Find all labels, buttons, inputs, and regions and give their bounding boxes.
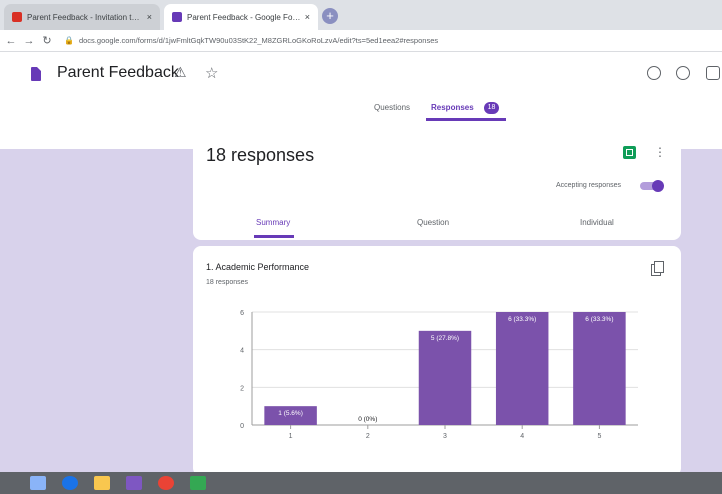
- subtab-individual[interactable]: Individual: [580, 218, 614, 227]
- forms-icon: [172, 12, 182, 22]
- question-response-count: 18 responses: [206, 279, 249, 286]
- forward-icon[interactable]: →: [22, 35, 36, 47]
- gmail-icon: [12, 12, 22, 22]
- move-to-folder-icon[interactable]: ⚠: [174, 64, 187, 81]
- x-tick-label: 3: [443, 433, 447, 440]
- responses-title: 18 responses: [206, 145, 315, 165]
- tab-questions[interactable]: Questions: [374, 103, 410, 112]
- responses-count-badge: 18: [484, 102, 499, 114]
- reload-icon[interactable]: ↻: [40, 34, 54, 47]
- toggle-knob: [652, 180, 664, 192]
- subtab-summary[interactable]: Summary: [256, 218, 290, 227]
- data-label: 1 (5.6%): [278, 410, 303, 417]
- bar-chart: 0 2 4 6 1 (5.6%) 1 0 (0%) 2 5 (27.8%) 3 6 (33.3%) 4…: [240, 310, 638, 440]
- settings-icon[interactable]: [706, 66, 720, 80]
- os-taskbar: [0, 472, 722, 494]
- palette-icon[interactable]: [647, 66, 661, 80]
- x-tick-label: 4: [520, 433, 524, 440]
- y-tick-label: 4: [240, 348, 244, 355]
- data-label: 5 (27.8%): [431, 335, 459, 342]
- forms-logo-icon[interactable]: [31, 67, 41, 81]
- browser-tab-forms[interactable]: Parent Feedback - Google Forms ×: [164, 4, 318, 30]
- search-icon[interactable]: [30, 476, 46, 490]
- browser-tab-invitation[interactable]: Parent Feedback - Invitation to ... ×: [4, 4, 160, 30]
- accepting-responses-toggle[interactable]: [640, 180, 664, 192]
- tab-title: Parent Feedback - Invitation to ...: [27, 12, 143, 22]
- data-label: 6 (33.3%): [585, 316, 613, 323]
- lock-icon: 🔒: [64, 36, 74, 45]
- data-label: 6 (33.3%): [508, 316, 536, 323]
- x-tick-label: 1: [289, 433, 293, 440]
- more-options-icon[interactable]: ⋮: [654, 145, 666, 159]
- tab-title: Parent Feedback - Google Forms: [187, 12, 301, 22]
- preview-icon[interactable]: [676, 66, 690, 80]
- form-title[interactable]: Parent Feedback: [57, 64, 179, 82]
- app-icon[interactable]: [190, 476, 206, 490]
- url-text: docs.google.com/forms/d/1jwFmltGqkTW90u0…: [78, 36, 439, 45]
- active-subtab-indicator: [254, 235, 294, 238]
- active-tab-indicator: [426, 118, 506, 121]
- tab-close-icon[interactable]: ×: [147, 12, 152, 22]
- file-explorer-icon[interactable]: [94, 476, 110, 490]
- browser-tab-strip: Parent Feedback - Invitation to ... × Pa…: [0, 0, 722, 30]
- question-title: 1. Academic Performance: [206, 262, 310, 272]
- tab-responses[interactable]: Responses: [431, 103, 474, 112]
- address-bar[interactable]: 🔒 docs.google.com/forms/d/1jwFmltGqkTW90…: [64, 36, 624, 45]
- star-icon[interactable]: ☆: [205, 64, 218, 82]
- tab-close-icon[interactable]: ×: [305, 12, 310, 22]
- accepting-responses-label: Accepting responses: [556, 182, 621, 189]
- back-icon[interactable]: ←: [4, 35, 18, 47]
- sheets-icon[interactable]: [623, 146, 636, 159]
- bar: [573, 312, 626, 425]
- copy-chart-icon[interactable]: [651, 261, 664, 276]
- browser-toolbar: ← → ↻ 🔒 docs.google.com/forms/d/1jwFmltG…: [0, 30, 722, 52]
- y-tick-label: 6: [240, 310, 244, 317]
- y-tick-label: 2: [240, 385, 244, 392]
- new-tab-button[interactable]: +: [322, 8, 338, 24]
- data-label: 0 (0%): [358, 416, 377, 423]
- bar: [418, 330, 472, 425]
- chrome-icon[interactable]: [158, 476, 174, 490]
- y-tick-label: 0: [240, 423, 244, 430]
- onenote-icon[interactable]: [126, 476, 142, 490]
- bar: [495, 312, 549, 425]
- x-tick-label: 2: [366, 433, 370, 440]
- edge-icon[interactable]: [62, 476, 78, 490]
- subtab-question[interactable]: Question: [417, 218, 449, 227]
- x-tick-label: 5: [597, 433, 601, 440]
